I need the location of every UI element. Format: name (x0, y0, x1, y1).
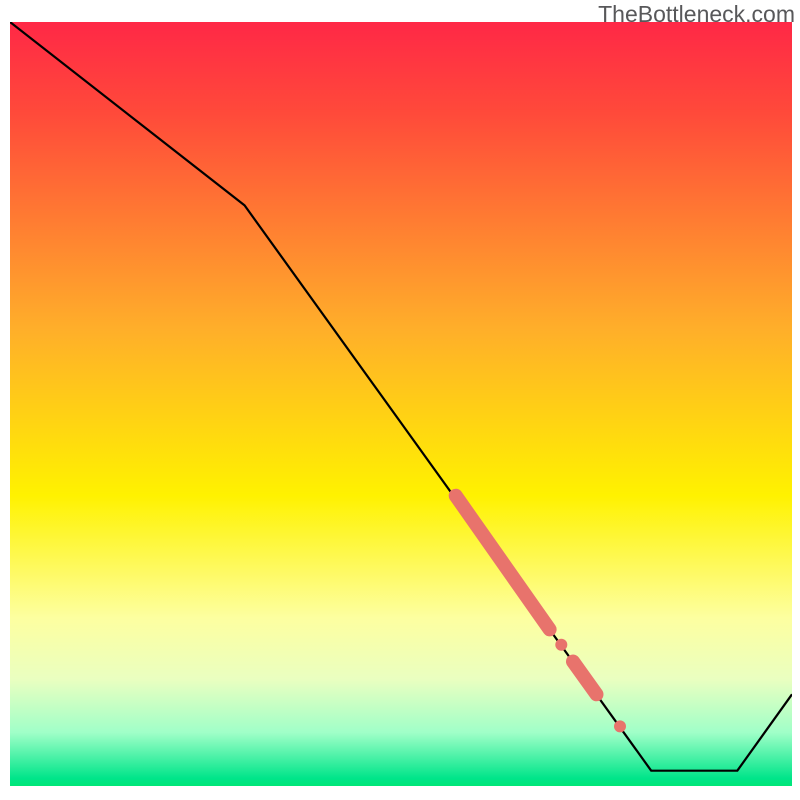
chart-container: TheBottleneck.com (0, 0, 800, 800)
highlight-dot-1 (555, 639, 567, 651)
chart-svg (10, 22, 792, 786)
watermark-text: TheBottleneck.com (598, 1, 795, 28)
highlight-dot-2 (614, 720, 626, 732)
gradient-background (10, 22, 792, 786)
plot-area (10, 22, 792, 786)
